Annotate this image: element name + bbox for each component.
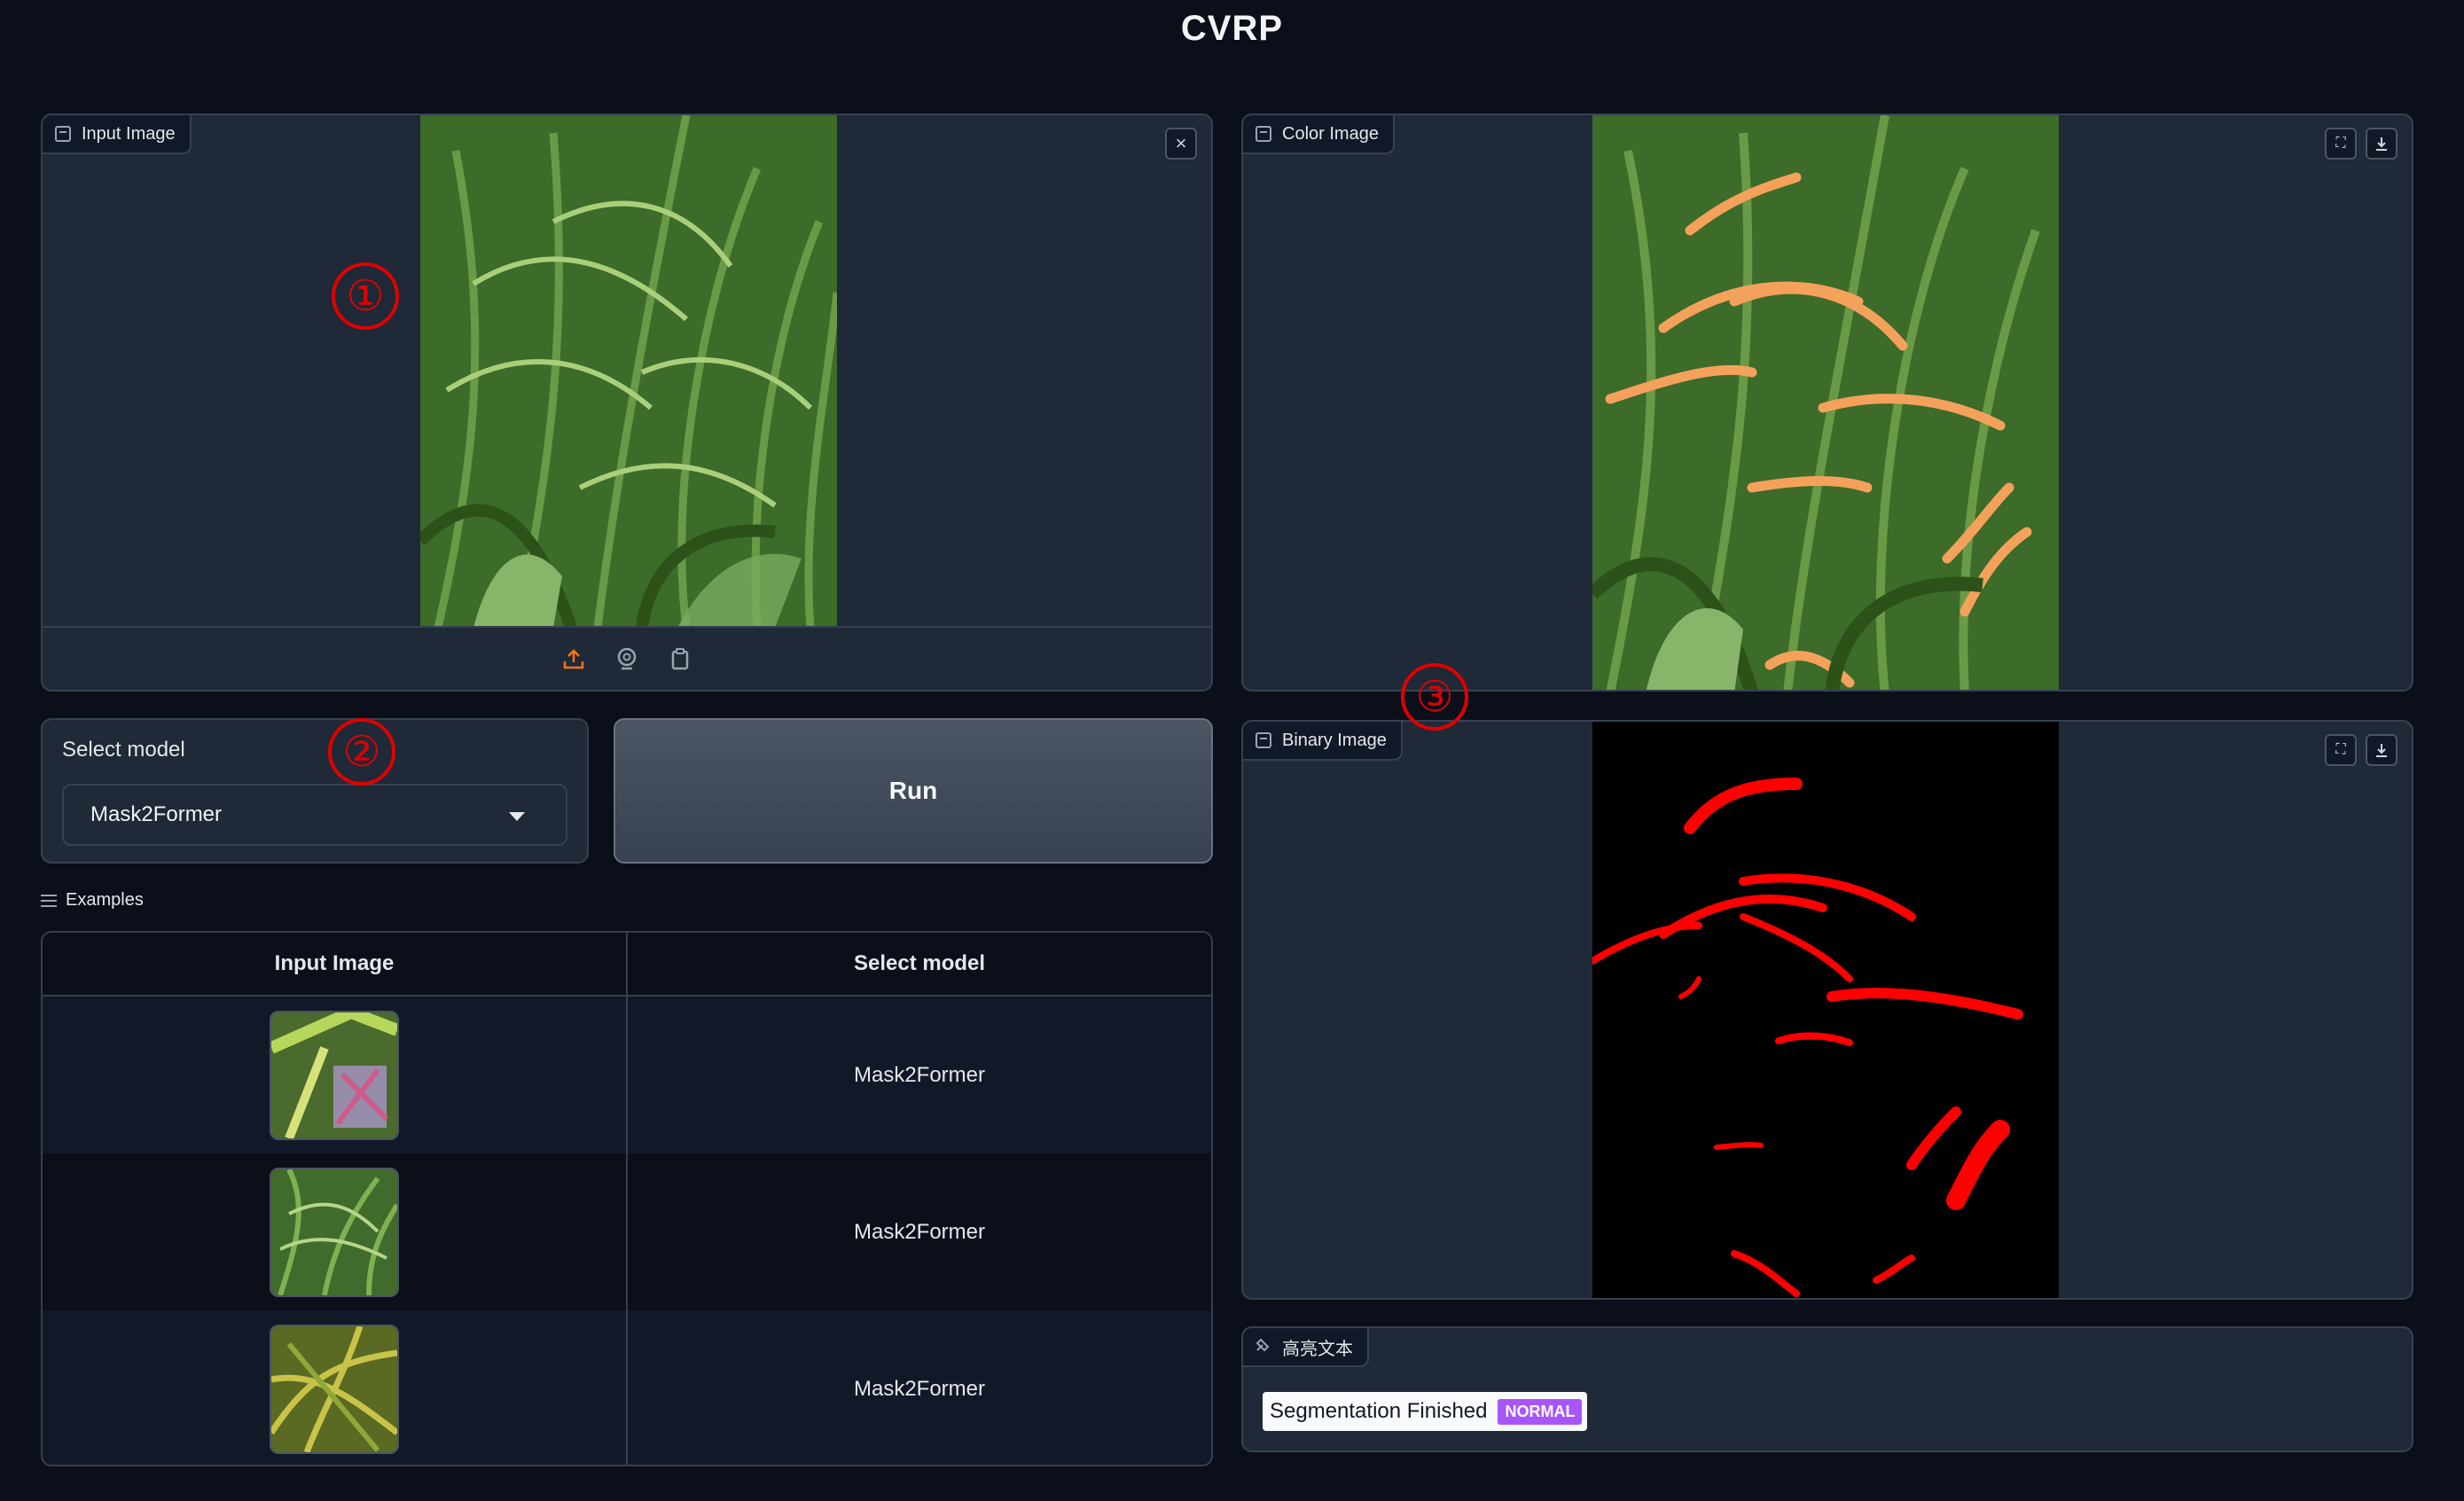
table-row[interactable]: Mask2Former xyxy=(43,1153,1211,1310)
fullscreen-icon[interactable]: ⛶ xyxy=(2325,734,2357,766)
image-source-toolbar xyxy=(43,626,1211,690)
annotation-1: ① xyxy=(332,262,399,330)
model-select-label: Select model xyxy=(62,738,185,762)
chevron-down-icon xyxy=(509,812,525,821)
download-icon[interactable] xyxy=(2366,734,2398,766)
color-image-label: Color Image xyxy=(1282,123,1379,144)
highlighted-text-output: Segmentation Finished NORMAL xyxy=(1263,1392,1588,1431)
upload-icon[interactable] xyxy=(560,645,587,672)
example-thumbnail[interactable] xyxy=(270,1167,399,1297)
binary-image-label-tag: Binary Image xyxy=(1243,722,1403,761)
input-image-panel[interactable]: Input Image × xyxy=(41,113,1213,692)
image-icon xyxy=(1255,732,1271,748)
input-image-label-tag: Input Image xyxy=(43,115,192,154)
binary-image-label: Binary Image xyxy=(1282,730,1387,750)
input-image-preview xyxy=(420,115,837,628)
examples-heading-label: Examples xyxy=(66,890,144,910)
download-icon[interactable] xyxy=(2366,128,2398,160)
fullscreen-icon[interactable]: ⛶ xyxy=(2325,128,2357,160)
highlighted-text-label: 高亮文本 xyxy=(1282,1339,1353,1359)
image-icon xyxy=(55,126,71,142)
example-model-cell: Mask2Former xyxy=(626,997,1211,1153)
webcam-icon[interactable] xyxy=(614,645,640,672)
example-model-cell: Mask2Former xyxy=(626,1310,1211,1465)
examples-table-header: Input Image Select model xyxy=(43,933,1211,997)
example-model-cell: Mask2Former xyxy=(626,1153,1211,1310)
column-header-select-model: Select model xyxy=(626,933,1211,995)
model-select-panel: Select model Mask2Former xyxy=(41,718,589,864)
input-image-label: Input Image xyxy=(82,123,176,144)
table-row[interactable]: Mask2Former xyxy=(43,1310,1211,1465)
annotation-2: ② xyxy=(328,718,395,786)
examples-heading: Examples xyxy=(41,890,144,911)
highlight-icon xyxy=(1255,1336,1271,1357)
list-icon xyxy=(41,894,57,907)
color-image-label-tag: Color Image xyxy=(1243,115,1395,154)
status-text: Segmentation Finished xyxy=(1270,1399,1488,1423)
run-button[interactable]: Run xyxy=(614,718,1213,864)
model-dropdown-value: Mask2Former xyxy=(90,802,223,826)
table-row[interactable]: Mask2Former xyxy=(43,997,1211,1153)
highlighted-text-panel: 高亮文本 Segmentation Finished NORMAL xyxy=(1241,1326,2413,1452)
examples-table: Input Image Select model Mask2Former Mas… xyxy=(41,931,1213,1466)
highlighted-text-label-tag: 高亮文本 xyxy=(1243,1328,1369,1367)
example-thumbnail[interactable] xyxy=(270,1324,399,1454)
color-image-panel: Color Image ⛶ xyxy=(1241,113,2413,692)
status-badge: NORMAL xyxy=(1498,1398,1583,1425)
binary-mask-output xyxy=(1592,722,2059,1298)
clipboard-icon[interactable] xyxy=(667,645,693,672)
column-header-input-image: Input Image xyxy=(274,951,395,975)
close-icon[interactable]: × xyxy=(1165,128,1197,160)
example-thumbnail[interactable] xyxy=(270,1010,399,1140)
model-dropdown[interactable]: Mask2Former xyxy=(62,784,567,846)
image-icon xyxy=(1255,126,1271,142)
binary-image-panel: Binary Image ⛶ xyxy=(1241,720,2413,1300)
app-title: CVRP xyxy=(1180,9,1284,48)
color-image-output xyxy=(1592,115,2059,690)
annotation-3: ③ xyxy=(1401,663,1468,731)
